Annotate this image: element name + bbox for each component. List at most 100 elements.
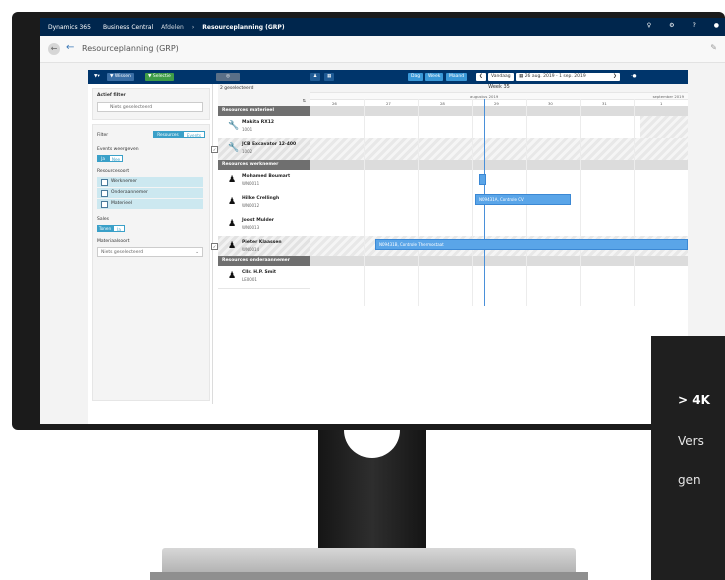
group-row-bg	[310, 256, 688, 266]
day-gridline	[418, 99, 419, 306]
selection-button[interactable]: ▼ Selectie	[145, 73, 174, 81]
resource-name: Makita RX12	[242, 120, 275, 125]
active-filter-value: Niets geselecteerd	[110, 105, 153, 110]
prev-period-icon[interactable]: ❮	[476, 73, 486, 81]
edit-icon[interactable]: ✎	[710, 43, 717, 52]
person-view-icon[interactable]: ♟	[310, 73, 321, 81]
breadcrumb-parent[interactable]: Afdelen	[161, 24, 184, 31]
date-range-text: 26 aug. 2019 - 1 sep. 2019	[524, 74, 586, 79]
date-range-field[interactable]: ▦ 26 aug. 2019 - 1 sep. 2019	[516, 73, 612, 81]
resource-row[interactable]: ♟ Joost Mulder WN0013	[218, 214, 310, 237]
planning-grid: 2 geselecteerd ⇅ Resources materieel 🔧 M…	[211, 84, 688, 404]
day-gridline	[364, 99, 365, 306]
breadcrumb-separator-icon: ›	[191, 23, 195, 31]
chevron-down-icon: ⌄	[195, 250, 199, 255]
material-type-value: Niets geselecteerd	[101, 250, 144, 255]
view-toggle-icon[interactable]: ◎	[216, 73, 240, 81]
resource-row[interactable]: 🔧 Makita RX12 1001	[218, 116, 310, 139]
planning-bar[interactable]	[479, 174, 486, 185]
resource-code: WN0013	[242, 225, 260, 230]
today-button[interactable]: Vandaag	[488, 73, 514, 81]
events-no-toggle[interactable]: Nee	[109, 155, 123, 162]
type-checkbox-onderaannemer[interactable]: Onderaannemer	[97, 188, 203, 198]
resource-code: WN0014	[242, 247, 260, 252]
resource-code: 1001	[242, 127, 253, 132]
events-toggle[interactable]: Events	[183, 131, 205, 138]
active-filter-box: Actief filter Niets geselecteerd	[92, 88, 210, 120]
planning-bar[interactable]: N09431B, Controle Thermostaat	[375, 239, 688, 250]
resource-row[interactable]: ♟ Cllr. H.P. Smit LE0001	[218, 266, 310, 289]
filter-panel: Actief filter Niets geselecteerd Filter …	[88, 84, 213, 404]
group-row-bg	[310, 160, 688, 170]
group-header-materieel[interactable]: Resources materieel	[218, 106, 310, 116]
zoom-slider-icon[interactable]: -●	[628, 73, 640, 81]
resource-row[interactable]: ✓ ♟ Pieter Klaassen WN0014	[211, 236, 310, 257]
sales-label: Sales	[97, 217, 109, 222]
calendar-icon[interactable]: ▦	[324, 73, 335, 81]
promo-overlay: > 4K Vers gen	[651, 336, 725, 580]
resource-code: LE0001	[242, 277, 257, 282]
resource-row[interactable]: ✓ 🔧 JCB Excavator 12-400 1002	[211, 138, 310, 161]
help-icon[interactable]: ?	[693, 22, 696, 29]
day-gridline	[472, 99, 473, 306]
active-filter-select[interactable]: Niets geselecteerd	[97, 102, 203, 112]
events-yes-toggle[interactable]: Ja	[97, 155, 109, 162]
resource-checkbox[interactable]: ✓	[211, 243, 218, 250]
top-navigation-bar: Dynamics 365 Business Central Afdelen › …	[40, 18, 725, 36]
sales-yes-toggle[interactable]: Ja	[113, 225, 125, 232]
wrench-icon: 🔧	[228, 143, 240, 153]
selected-count: 2 geselecteerd	[220, 86, 254, 91]
overlay-line-2: Vers	[678, 434, 704, 448]
month-view-button[interactable]: Maand	[446, 73, 468, 81]
resource-row[interactable]: ♟ Hilke Crellingh WN0012	[218, 192, 310, 215]
product-label[interactable]: Business Central	[103, 24, 153, 31]
person-icon: ♟	[228, 175, 237, 185]
resource-name: JCB Excavator 12-400	[242, 142, 297, 147]
resource-name: Joost Mulder	[242, 218, 274, 223]
group-header-werknemer[interactable]: Resources werknemer	[218, 160, 310, 170]
group-header-onderaannemer[interactable]: Resources onderaannemer	[218, 256, 310, 266]
overlay-line-3: gen	[678, 473, 701, 487]
planning-bar[interactable]: N09431A, Controle CV	[475, 194, 571, 205]
person-icon: ♟	[228, 197, 237, 207]
resource-row[interactable]: ♟ Mohamed Boumart WN0011	[218, 170, 310, 193]
sales-show-toggle[interactable]: Tonen	[97, 225, 113, 232]
page-header: ← ← Resourceplanning (GRP) ✎	[40, 36, 725, 63]
type-checkbox-materieel[interactable]: Materieel	[97, 199, 203, 209]
material-type-select[interactable]: Niets geselecteerd ⌄	[97, 247, 203, 257]
resources-toggle[interactable]: Resources	[153, 131, 183, 138]
resource-name: Pieter Klaassen	[242, 240, 282, 245]
user-icon[interactable]: ●	[714, 22, 719, 29]
resource-code: WN0012	[242, 203, 260, 208]
resource-name: Hilke Crellingh	[242, 196, 280, 201]
monitor-frame: Dynamics 365 Business Central Afdelen › …	[12, 12, 725, 430]
back-arrow-icon[interactable]: ←	[66, 42, 74, 53]
monitor-base-edge	[150, 572, 588, 580]
app-window: Dynamics 365 Business Central Afdelen › …	[40, 18, 725, 424]
lightbulb-icon[interactable]: ♀	[647, 22, 651, 29]
resource-code: 1002	[242, 149, 253, 154]
resource-checkbox[interactable]: ✓	[211, 146, 218, 153]
clear-filter-button[interactable]: ▼ Wissen	[107, 73, 134, 81]
page-title: Resourceplanning (GRP)	[82, 44, 179, 53]
day-view-button[interactable]: Dag	[408, 73, 424, 81]
filter-menu-icon[interactable]: ▼▾	[91, 73, 103, 81]
person-icon: ♟	[228, 219, 237, 229]
week-view-button[interactable]: Week	[425, 73, 444, 81]
timeline: Week 35 augustus 2019 september 2019 26 …	[310, 84, 688, 306]
filter-options-box: Filter Resources Events Events weergeven…	[92, 124, 210, 401]
next-period-icon[interactable]: ❯	[610, 73, 620, 81]
wrench-icon: 🔧	[228, 121, 240, 131]
person-icon: ♟	[228, 241, 237, 251]
resource-name: Cllr. H.P. Smit	[242, 270, 277, 275]
group-row-bg	[310, 106, 688, 116]
gear-icon[interactable]: ⚙	[669, 22, 674, 29]
sort-icon[interactable]: ⇅	[303, 98, 306, 103]
type-checkbox-werknemer[interactable]: Werknemer	[97, 177, 203, 187]
back-circle-icon[interactable]: ←	[48, 43, 60, 55]
unavailable-shade	[310, 138, 688, 160]
events-show-label: Events weergeven	[97, 147, 139, 152]
clear-filter-label: Wissen	[114, 74, 131, 79]
day-gridline	[634, 99, 635, 306]
brand-label[interactable]: Dynamics 365	[48, 24, 91, 31]
